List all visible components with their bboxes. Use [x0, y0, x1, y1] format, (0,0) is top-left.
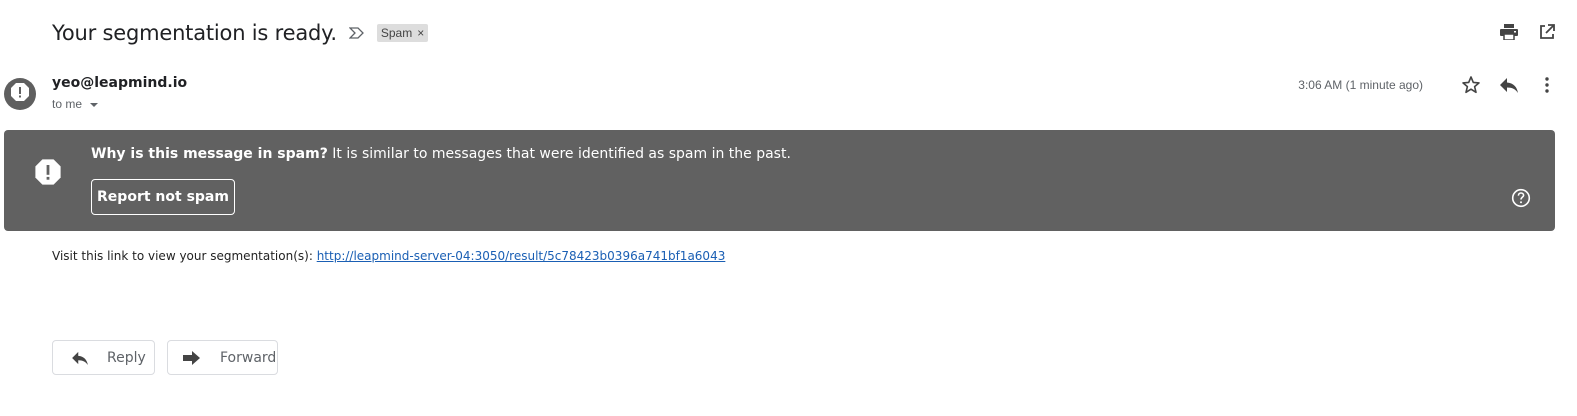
- show-details-caret-icon[interactable]: [90, 103, 99, 107]
- email-subject: Your segmentation is ready.: [52, 21, 337, 45]
- spam-label-chip[interactable]: Spam ×: [376, 24, 429, 42]
- spam-reason: It is similar to messages that were iden…: [327, 146, 791, 162]
- message-body: Visit this link to view your segmentatio…: [52, 249, 725, 263]
- sender-email[interactable]: yeo@leapmind.io: [52, 75, 187, 91]
- top-actions: [1499, 22, 1557, 42]
- forward-label: Forward: [220, 349, 277, 366]
- reply-label: Reply: [107, 349, 146, 366]
- reply-button[interactable]: Reply: [52, 340, 155, 375]
- importance-marker-icon[interactable]: [348, 25, 365, 41]
- message-meta: 3:06 AM (1 minute ago): [1298, 75, 1557, 95]
- segmentation-result-link[interactable]: http://leapmind-server-04:3050/result/5c…: [317, 249, 726, 263]
- print-icon[interactable]: [1499, 22, 1519, 42]
- report-not-spam-button[interactable]: Report not spam: [91, 179, 235, 215]
- spam-explanation: Why is this message in spam? It is simil…: [91, 146, 791, 162]
- open-in-new-window-icon[interactable]: [1537, 22, 1557, 42]
- spam-warning-icon: [34, 158, 62, 186]
- subject-row: Your segmentation is ready. Spam ×: [52, 18, 429, 48]
- sender-avatar: [4, 78, 36, 110]
- body-text: Visit this link to view your segmentatio…: [52, 249, 317, 263]
- recipient-text: to me: [52, 97, 83, 111]
- reply-icon: [71, 349, 89, 367]
- forward-icon: [182, 349, 200, 367]
- label-chip-text: Spam: [380, 26, 413, 40]
- help-circle-icon[interactable]: [1511, 188, 1531, 208]
- star-icon[interactable]: [1461, 75, 1481, 95]
- spam-question: Why is this message in spam?: [91, 146, 328, 162]
- recipient-line[interactable]: to me: [52, 97, 99, 111]
- spam-warning-icon: [10, 82, 30, 107]
- reply-icon[interactable]: [1499, 75, 1519, 95]
- forward-button[interactable]: Forward: [167, 340, 278, 375]
- more-vert-icon[interactable]: [1537, 75, 1557, 95]
- remove-label-icon[interactable]: ×: [417, 26, 424, 40]
- message-timestamp: 3:06 AM (1 minute ago): [1298, 78, 1423, 92]
- spam-warning-banner: Why is this message in spam? It is simil…: [4, 130, 1555, 231]
